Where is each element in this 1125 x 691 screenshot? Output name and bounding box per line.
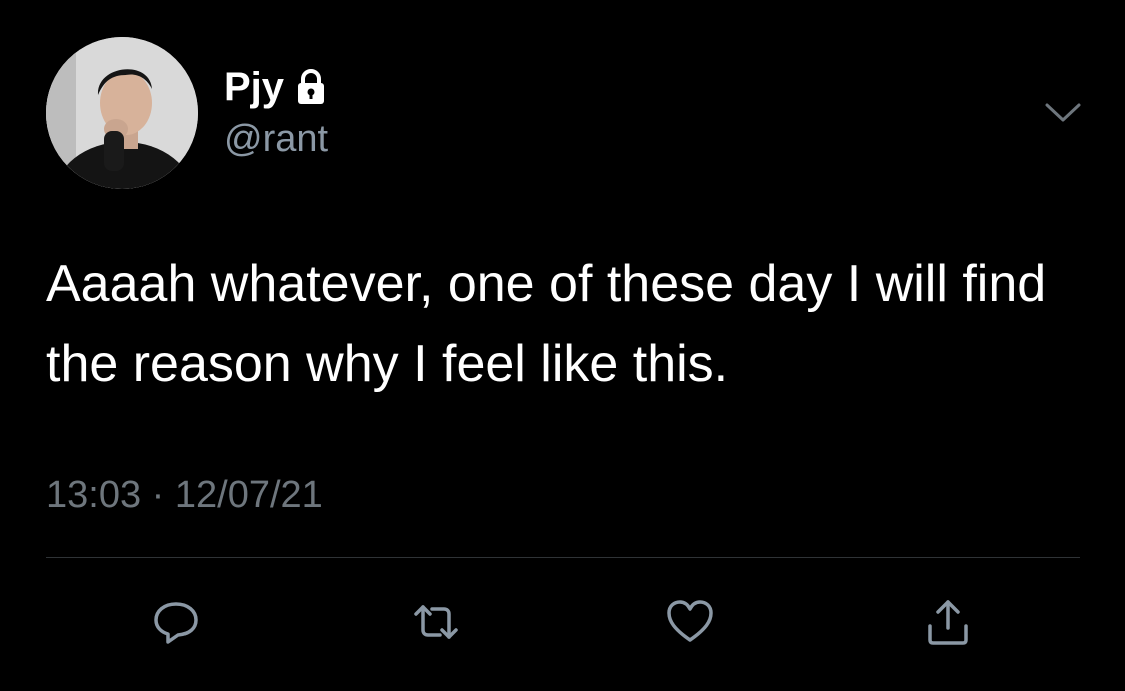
share-icon — [928, 600, 968, 645]
avatar-image — [46, 37, 198, 189]
meta-separator: · — [151, 474, 165, 516]
display-name[interactable]: Pjy — [224, 64, 284, 110]
tweet-text: Aaaah whatever, one of these day I will … — [46, 255, 1047, 393]
tweet-card: Pjy @rant Aaaah whatever, one of these d… — [0, 0, 1125, 691]
reply-button[interactable] — [144, 590, 208, 654]
avatar[interactable] — [46, 37, 198, 189]
chevron-down-icon[interactable] — [1044, 100, 1082, 126]
share-button[interactable] — [916, 590, 980, 654]
author-name-row[interactable]: Pjy — [224, 64, 326, 110]
action-bar — [0, 590, 1125, 660]
reply-icon — [154, 602, 198, 644]
tweet-date: 12/07/21 — [174, 474, 323, 516]
tweet-timestamp[interactable]: 13:03 · 12/07/21 — [46, 470, 323, 520]
retweet-button[interactable] — [404, 590, 468, 654]
retweet-icon — [414, 605, 458, 639]
like-button[interactable] — [658, 590, 722, 654]
lock-icon — [296, 68, 326, 106]
handle[interactable]: @rant — [224, 116, 328, 162]
heart-icon — [667, 600, 713, 642]
tweet-time: 13:03 — [46, 474, 142, 516]
divider — [46, 557, 1080, 558]
